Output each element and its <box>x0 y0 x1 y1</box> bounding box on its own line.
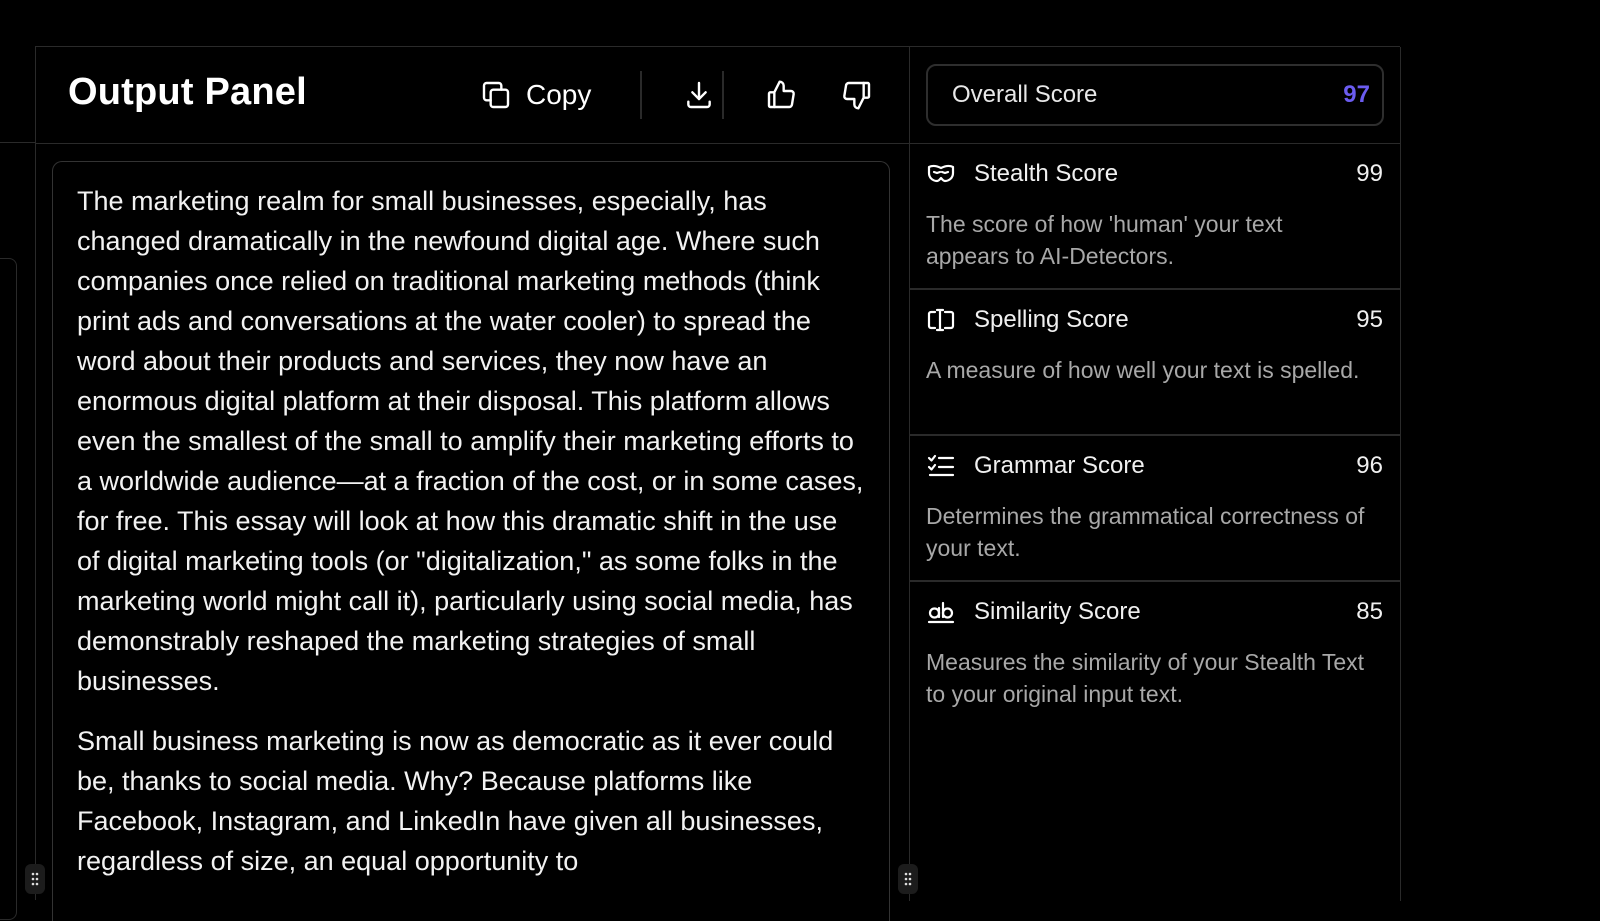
output-panel-header: Output Panel Copy <box>35 47 909 144</box>
left-panel-edge <box>0 46 36 920</box>
download-icon <box>687 81 711 109</box>
overall-score-label: Overall Score <box>952 81 1098 108</box>
score-value: 95 <box>1356 306 1383 333</box>
score-description: The score of how 'human' your text appea… <box>926 211 1283 269</box>
thumbs-down-icon <box>843 81 871 110</box>
score-value: 99 <box>1356 160 1383 187</box>
copy-button[interactable]: Copy <box>480 75 591 115</box>
score-name: Spelling Score <box>974 306 1129 333</box>
toolbar-divider <box>722 71 724 119</box>
score-description: Measures the similarity of your Stealth … <box>926 649 1365 707</box>
score-item-grammar: Grammar Score 96 Determines the grammati… <box>909 436 1400 582</box>
score-description: Determines the grammatical correctness o… <box>926 503 1365 561</box>
score-name: Stealth Score <box>974 160 1119 187</box>
copy-button-label: Copy <box>526 79 592 110</box>
score-column: Overall Score 97 Stealth Score 99 The sc… <box>909 47 1401 901</box>
thumbs-down-button[interactable] <box>839 77 875 113</box>
left-panel-card-edge <box>0 258 17 920</box>
output-paragraph: The marketing realm for small businesses… <box>77 186 864 696</box>
score-name: Grammar Score <box>974 452 1145 479</box>
score-item-stealth: Stealth Score 99 The score of how 'human… <box>909 144 1400 290</box>
score-panel: Overall Score 97 Stealth Score 99 The sc… <box>909 46 1401 901</box>
score-name: Similarity Score <box>974 598 1141 625</box>
download-button[interactable] <box>681 77 717 113</box>
score-value: 96 <box>1356 452 1383 479</box>
left-panel-divider <box>0 142 35 143</box>
overall-score-box: Overall Score 97 <box>926 64 1384 126</box>
thumbs-up-button[interactable] <box>763 77 799 113</box>
score-item-similarity: Similarity Score 85 Measures the similar… <box>909 582 1400 728</box>
output-text-area[interactable]: The marketing realm for small businesses… <box>52 161 890 921</box>
output-paragraph: Small business marketing is now as democ… <box>77 726 834 876</box>
score-description: A measure of how well your text is spell… <box>926 357 1360 383</box>
text-cursor-icon <box>927 308 955 332</box>
ab-icon <box>927 601 955 624</box>
mask-icon <box>927 164 955 183</box>
checklist-icon <box>927 454 955 477</box>
score-value: 85 <box>1356 598 1383 625</box>
thumbs-up-icon <box>767 80 795 109</box>
toolbar-divider <box>640 71 642 119</box>
copy-icon <box>482 81 510 109</box>
output-panel: Output Panel Copy The marketing realm fo… <box>35 46 910 921</box>
overall-score-value: 97 <box>1343 81 1370 108</box>
score-item-spelling: Spelling Score 95 A measure of how well … <box>909 290 1400 436</box>
page-title: Output Panel <box>68 71 307 113</box>
